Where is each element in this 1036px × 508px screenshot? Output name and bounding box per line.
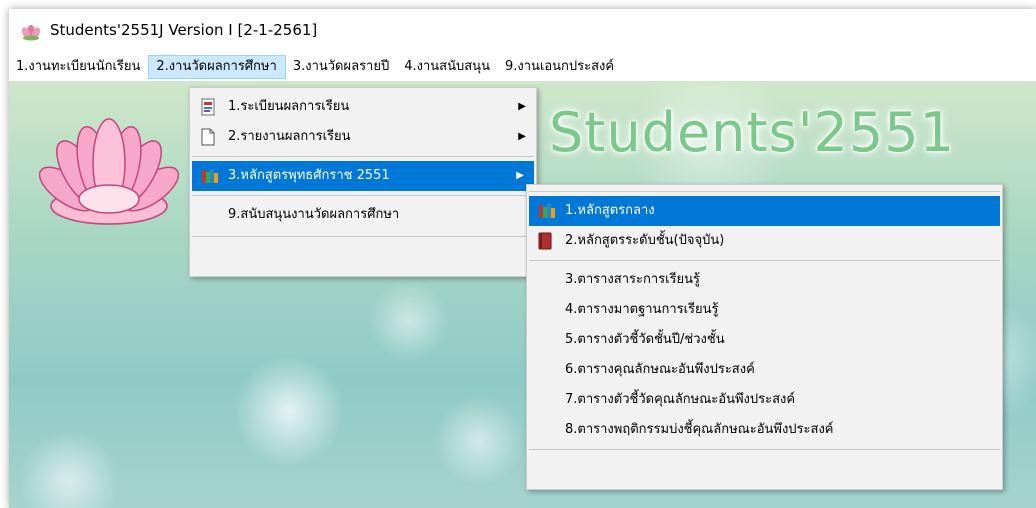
submenu-item-characteristic-indicators[interactable]: 7.ตารางตัวชี้วัดคุณลักษณะอันพึงประสงค์: [527, 385, 1002, 415]
menu-item-grade-reports[interactable]: 2.รายงานผลการเรียน ▶: [190, 122, 536, 152]
submenu-item-desired-characteristics[interactable]: 6.ตารางคุณลักษณะอันพึงประสงค์: [527, 355, 1002, 385]
menu-separator: [192, 195, 534, 196]
submenu-item-core-curriculum[interactable]: 1.หลักสูตรกลาง: [529, 196, 1000, 226]
menu-item-label: 1.ระเบียนผลการเรียน: [228, 99, 350, 114]
menubar-item-general[interactable]: 9.งานเอนกประสงค์: [498, 55, 622, 79]
red-book-icon: [538, 232, 552, 250]
menu-separator: [529, 260, 1000, 261]
submenu-arrow-icon: ▶: [518, 101, 526, 112]
submenu-arrow-icon: ▶: [518, 131, 526, 142]
lotus-app-icon: [21, 25, 41, 41]
window-title: Students'2551J Version I [2-1-2561]: [50, 21, 318, 39]
menu-bar: 1.งานทะเบียนนักเรียน 2.งานวัดผลการศึกษา …: [9, 55, 1036, 79]
menubar-item-yearly-assessment[interactable]: 3.งานวัดผลรายปี: [286, 55, 397, 79]
menu-item-curriculum-2551[interactable]: 3.หลักสูตรพุทธศักราช 2551 ▶: [192, 161, 534, 191]
lotus-logo: [39, 118, 179, 225]
submenu-item-behavior-indicators[interactable]: 8.ตารางพฤติกรรมบ่งชี้คุณลักษณะอันพึงประส…: [527, 415, 1002, 445]
menu-item-label: 3.หลักสูตรพุทธศักราช 2551: [228, 168, 390, 183]
books-stack-icon: [202, 169, 218, 183]
menu-separator: [529, 191, 1000, 192]
app-window: Students'2551J Version I [2-1-2561] 1.งา…: [9, 9, 1036, 508]
menubar-item-assessment[interactable]: 2.งานวัดผลการศึกษา: [148, 55, 286, 79]
menubar-item-support[interactable]: 4.งานสนับสนุน: [397, 55, 498, 79]
menu-item-grade-records[interactable]: 1.ระเบียนผลการเรียน ▶: [190, 92, 536, 122]
submenu-item-learning-standards[interactable]: 4.ตารางมาตฐานการเรียนรู้: [527, 295, 1002, 325]
document-book-icon: [201, 98, 215, 116]
menu-item-label: 2.รายงานผลการเรียน: [228, 129, 351, 144]
curriculum-submenu: 1.หลักสูตรกลาง 2.หลักสูตรระดับชั้น(ปัจจุ…: [526, 184, 1003, 490]
menu-separator: [192, 156, 534, 157]
submenu-item-indicators[interactable]: 5.ตารางตัวชี้วัดชั้นปี/ช่วงชั้น: [527, 325, 1002, 355]
blank-page-icon: [201, 128, 215, 146]
submenu-item-grade-level-curriculum[interactable]: 2.หลักสูตรระดับชั้น(ปัจจุบัน): [527, 226, 1002, 256]
menu-item-label: 9.สนับสนุนงานวัดผลการศึกษา: [228, 207, 400, 222]
assessment-dropdown-menu: 1.ระเบียนผลการเรียน ▶ 2.รายงานผลการเรียน…: [189, 87, 537, 277]
submenu-arrow-icon: ▶: [516, 170, 524, 181]
title-bar[interactable]: Students'2551J Version I [2-1-2561]: [9, 9, 1036, 51]
menu-item-label: 1.หลักสูตรกลาง: [565, 203, 655, 218]
menubar-item-registration[interactable]: 1.งานทะเบียนนักเรียน: [9, 55, 148, 79]
books-stack-icon: [539, 204, 555, 218]
submenu-item-learning-areas[interactable]: 3.ตารางสาระการเรียนรู้: [527, 265, 1002, 295]
menu-separator: [192, 236, 534, 237]
brand-watermark: Students'2551: [549, 101, 955, 164]
menu-item-label: 2.หลักสูตรระดับชั้น(ปัจจุบัน): [565, 233, 725, 248]
menu-item-assessment-support[interactable]: 9.สนับสนุนงานวัดผลการศึกษา: [190, 200, 536, 230]
menu-separator: [529, 449, 1000, 450]
